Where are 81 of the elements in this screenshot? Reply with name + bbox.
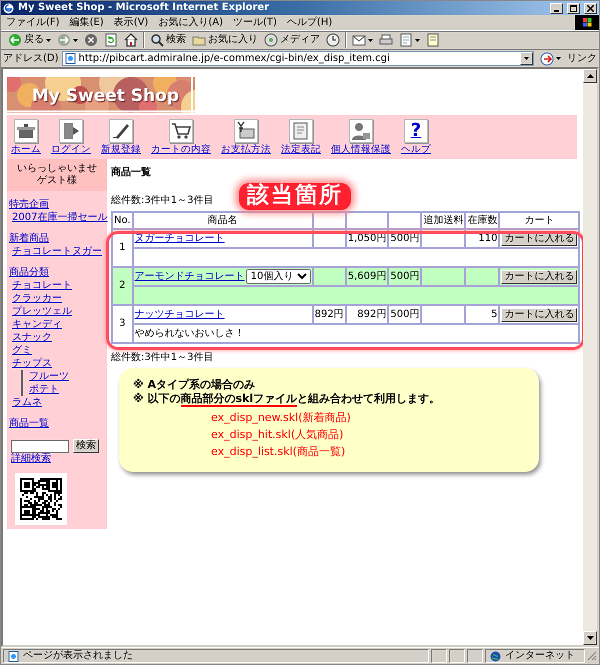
nav-label: カートの内容 <box>151 144 211 156</box>
back-arrow-button[interactable]: 戻る <box>5 31 54 49</box>
sidebar-link[interactable]: チョコレートヌガー <box>12 245 102 258</box>
nav-label: ログイン <box>51 144 91 156</box>
greeting-text: ゲスト様 <box>36 175 78 188</box>
table-cell: 1 <box>113 230 132 266</box>
product-link[interactable]: ナッツチョコレート <box>134 308 225 320</box>
nav-link[interactable]: カートの内容 <box>151 119 211 156</box>
file-name: ex_disp_hit.skl(人気商品) <box>210 426 344 443</box>
folder-button[interactable]: お気に入り <box>189 31 261 49</box>
column-header: 商品名 <box>134 213 312 228</box>
note-text: ※ 以下の商品部分のsklファイルと組み合わせて利用します。 <box>133 392 442 405</box>
nav-label: 法定表記 <box>281 144 321 156</box>
sidebar-link[interactable]: 詳細検索 <box>11 453 51 466</box>
product-link[interactable]: アーモンドチョコレート <box>134 271 245 282</box>
table-cell: 5,609円 <box>346 268 388 286</box>
menu-item[interactable]: ツール(T) <box>228 16 282 28</box>
nav-link[interactable]: お支払方法 <box>221 119 271 156</box>
sidebar-link[interactable]: 特売企画 <box>9 199 49 212</box>
note-text: ※ Aタイプ系の場合のみ <box>133 378 256 392</box>
option-select[interactable]: 10個入り <box>246 269 311 284</box>
page-heading: 商品一覧 <box>111 167 152 180</box>
nav-label: ヘルプ <box>401 144 431 156</box>
file-name: ex_disp_list.skl(商品一覧) <box>210 444 346 460</box>
menu-item[interactable]: 表示(V) <box>108 16 154 28</box>
nav-link[interactable]: ログイン <box>51 119 91 156</box>
sidebar-link[interactable]: ポテト <box>29 383 59 396</box>
table-cell: 5 <box>466 306 498 324</box>
greeting-text: いらっしゃいませ <box>16 163 98 174</box>
sidebar-link[interactable]: ラムネ <box>12 396 42 410</box>
sidebar-link[interactable]: クラッカー <box>12 292 62 306</box>
links-label[interactable]: リンク <box>567 52 597 64</box>
column-header: 在庫数 <box>466 213 498 228</box>
question-mark-glyph: ? <box>410 120 422 142</box>
address-field[interactable]: http://pibcart.admiralne.jp/e-commex/cgi-bin/ex_disp_item.cgi <box>62 51 534 66</box>
address-label: アドレス(D) <box>3 52 59 64</box>
column-header: 追加送料 <box>422 213 464 228</box>
table-cell: 500円 <box>389 268 420 286</box>
result-count: 総件数:3件中1～3件目 <box>111 352 214 364</box>
nav-label: ホーム <box>11 144 41 156</box>
sidebar-link[interactable]: スナック <box>12 331 52 344</box>
sidebar-link[interactable]: 新着商品 <box>9 233 49 246</box>
menu-item[interactable]: ファイル(F) <box>1 16 65 28</box>
file-name: ex_disp_new.skl(新着商品) <box>210 410 352 426</box>
sidebar-link[interactable]: 商品分類 <box>9 267 49 280</box>
menu-item[interactable]: 編集(E) <box>64 16 109 28</box>
sidebar-link[interactable]: フルーツ <box>29 370 69 384</box>
search-button[interactable]: 検索 <box>147 31 189 49</box>
sidebar-link[interactable]: 2007在庫一掃セール <box>12 211 108 224</box>
search-button[interactable]: 検索 <box>73 439 99 454</box>
nav-link[interactable]: 新規登録 <box>101 119 141 156</box>
table-cell: 500円 <box>389 306 420 324</box>
add-to-cart-button[interactable]: カートに入れる <box>501 270 578 284</box>
comment-cell: やめられないおいしさ！ <box>134 325 578 342</box>
zone-label: インターネット <box>505 650 575 662</box>
sidebar-link[interactable]: プレッツェル <box>12 305 72 318</box>
table-cell: 892円 <box>346 306 388 324</box>
sidebar-link[interactable]: チップス <box>12 357 52 370</box>
sidebar-link[interactable]: チョコレート <box>12 279 72 292</box>
sidebar-link[interactable]: グミ <box>12 344 32 358</box>
nav-label: 個人情報保護 <box>331 144 391 156</box>
sidebar-link[interactable]: キャンディ <box>12 318 62 332</box>
callout-label: 該当箇所 <box>239 183 351 210</box>
nav-link[interactable]: 個人情報保護 <box>331 119 391 156</box>
table-cell: 2 <box>113 268 132 304</box>
status-text: ページが表示されました <box>23 650 133 662</box>
table-cell: 892円 <box>314 306 345 324</box>
window-title: My Sweet Shop - Microsoft Internet Explorer <box>18 2 270 14</box>
nav-label: お支払方法 <box>221 144 271 156</box>
nav-link[interactable]: 法定表記 <box>281 119 321 156</box>
column-header: No. <box>113 213 132 228</box>
table-cell: 3 <box>113 306 132 342</box>
add-to-cart-button[interactable]: カートに入れる <box>501 308 578 322</box>
result-count: 総件数:3件中1～3件目 <box>111 195 214 208</box>
column-header: カート <box>500 213 578 228</box>
menu-item[interactable]: お気に入り(A) <box>153 16 228 28</box>
product-link[interactable]: ヌガーチョコレート <box>134 232 225 244</box>
nav-label: 新規登録 <box>101 144 141 156</box>
sidebar-link[interactable]: 商品一覧 <box>9 418 49 430</box>
menu-item[interactable]: ヘルプ(H) <box>282 16 338 28</box>
disc-button[interactable]: メディア <box>261 31 323 49</box>
